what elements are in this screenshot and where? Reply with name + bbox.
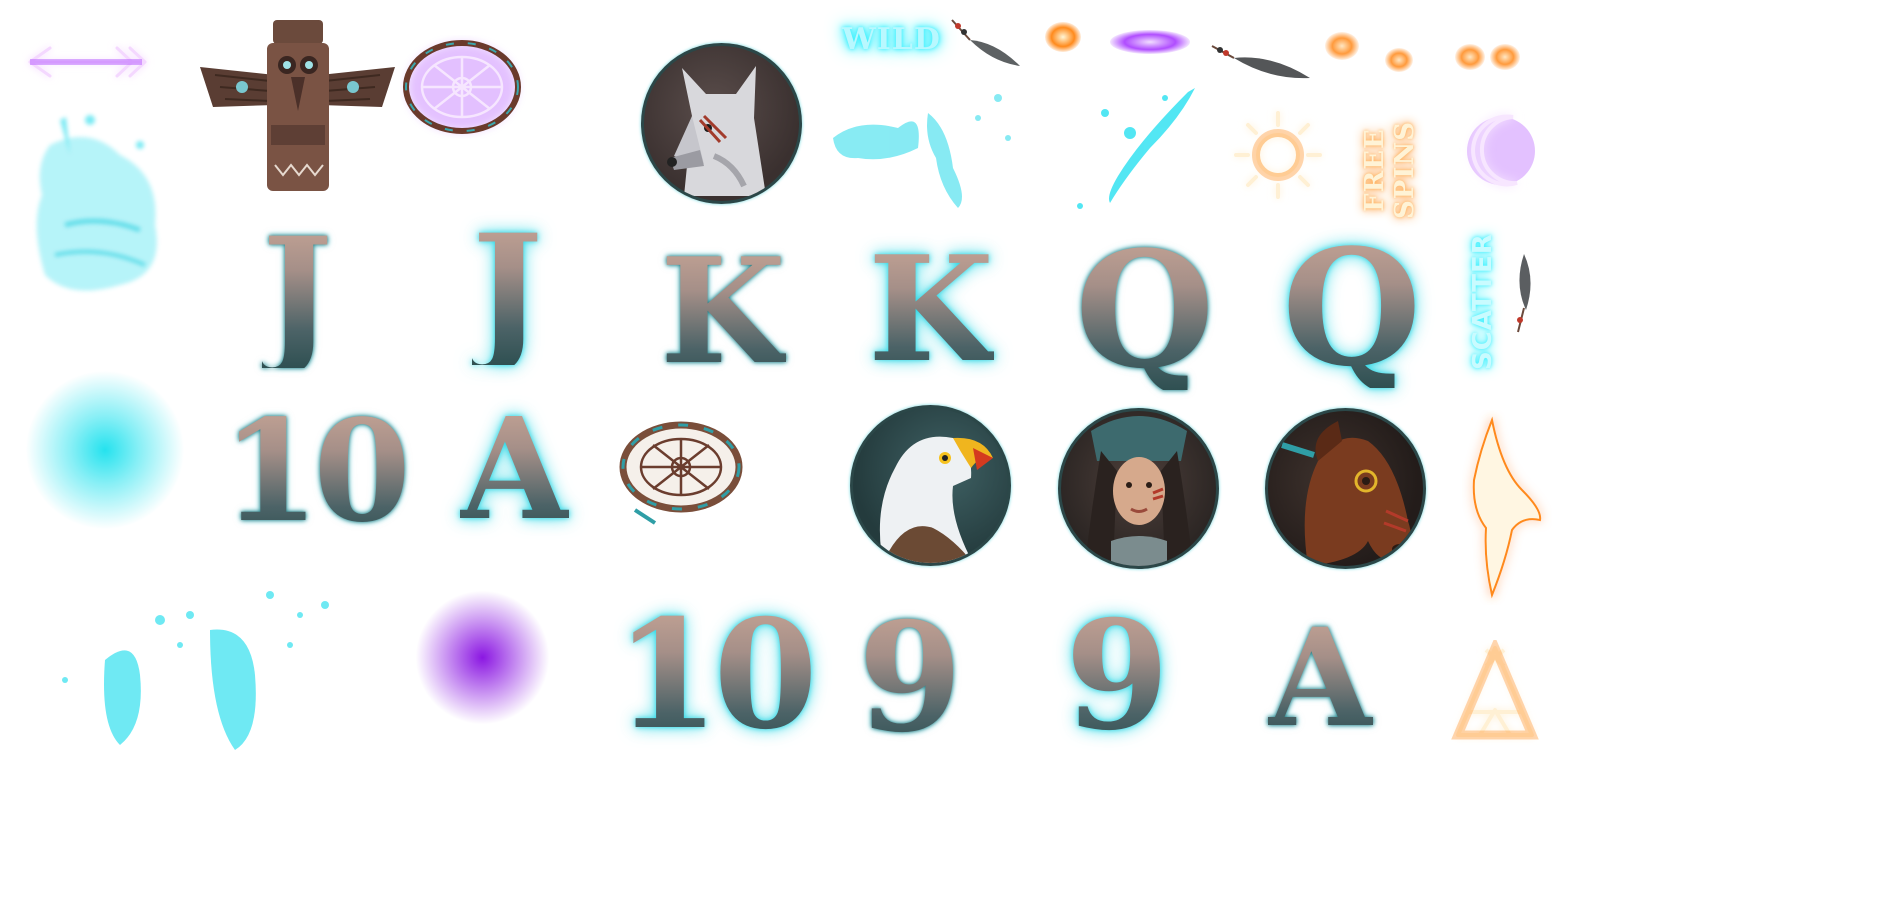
card-symbol-10: 10 <box>222 390 411 554</box>
orange-glow-spark <box>1490 44 1520 70</box>
card-symbol-j: J <box>472 202 543 378</box>
feather-icon <box>1211 45 1310 79</box>
purple-glow-orb <box>415 590 550 725</box>
neon-dreamcatcher-icon <box>403 40 521 134</box>
card-symbol-a: A <box>460 388 569 552</box>
cyan-splash <box>1077 88 1195 209</box>
native-woman-portrait <box>1058 408 1219 569</box>
free-spins-line2: SPINS <box>1390 120 1420 220</box>
cyan-splash <box>36 115 157 291</box>
neon-sun-icon <box>1234 111 1322 199</box>
card-symbol-j: J <box>262 205 333 381</box>
card-symbol-k: K <box>660 227 787 397</box>
horse-portrait <box>1265 408 1426 569</box>
cyan-splash <box>62 591 329 750</box>
card-symbol-k: K <box>868 225 995 395</box>
card-symbol-q: Q <box>1075 216 1215 404</box>
totem-pole-icon <box>200 20 395 191</box>
card-symbol-a: A <box>1268 598 1373 757</box>
card-symbol-q: Q <box>1282 214 1422 402</box>
neon-eagle-icon <box>1472 416 1542 599</box>
orange-glow-spark <box>1385 48 1413 72</box>
cyan-glow-orb <box>25 370 185 530</box>
free-spins-label: FREE SPINS <box>1360 110 1420 230</box>
scatter-label: SCATTER <box>1468 233 1498 370</box>
free-spins-line1: FREE <box>1360 128 1390 212</box>
wolf-portrait <box>641 43 802 204</box>
orange-glow-spark <box>1455 44 1485 70</box>
dreamcatcher-icon <box>619 421 743 525</box>
card-symbol-9: 9 <box>858 590 963 766</box>
neon-teepee-icon <box>1451 640 1539 740</box>
purple-glow-spark <box>1110 30 1190 54</box>
cyan-splash <box>833 94 1011 208</box>
feather-icon <box>1517 254 1531 333</box>
orange-glow-spark <box>1045 22 1081 52</box>
eagle-portrait <box>850 405 1011 566</box>
card-symbol-10: 10 <box>615 587 818 763</box>
wild-label: WILD <box>842 22 941 57</box>
neon-arrow-icon <box>28 46 147 78</box>
card-symbol-9: 9 <box>1065 588 1170 764</box>
feather-icon <box>951 19 1020 66</box>
neon-moon-icon <box>1467 114 1535 187</box>
orange-glow-spark <box>1325 32 1359 60</box>
